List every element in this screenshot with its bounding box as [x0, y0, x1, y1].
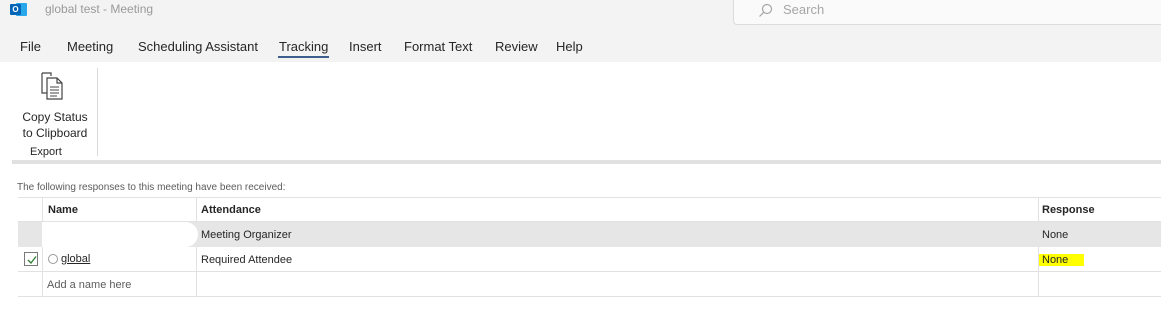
add-name-input[interactable]: Add a name here: [47, 279, 131, 291]
tab-file[interactable]: File: [20, 39, 41, 54]
add-attendee-row: Add a name here: [18, 272, 1161, 297]
copy-document-icon: [41, 72, 63, 100]
title-bar: O global test - Meeting Search: [0, 0, 1161, 34]
table-header: Name Attendance Response: [18, 197, 1161, 222]
search-box[interactable]: Search: [733, 0, 1161, 25]
attendee-name-link[interactable]: global: [61, 253, 90, 265]
presence-status-icon: [48, 254, 58, 264]
organizer-name-cell: [42, 222, 198, 247]
export-group-label: Export: [30, 146, 62, 158]
ribbon-tabs: File Meeting Scheduling Assistant Tracki…: [0, 34, 1161, 62]
attendee-response[interactable]: None: [1039, 254, 1085, 266]
search-icon: [759, 3, 773, 17]
tab-insert[interactable]: Insert: [349, 39, 382, 54]
tab-format-text[interactable]: Format Text: [404, 39, 472, 54]
organizer-response: None: [1042, 229, 1069, 241]
responses-info-text: The following responses to this meeting …: [17, 182, 286, 193]
header-attendance[interactable]: Attendance: [201, 204, 261, 216]
attendee-checkbox[interactable]: [24, 252, 38, 266]
ribbon-separator: [97, 68, 98, 156]
tab-scheduling-assistant[interactable]: Scheduling Assistant: [138, 39, 258, 54]
ribbon-divider: [12, 160, 1161, 164]
table-row: global Required Attendee None: [18, 247, 1161, 272]
tab-meeting[interactable]: Meeting: [67, 39, 113, 54]
tab-tracking[interactable]: Tracking: [279, 39, 328, 54]
window-title: global test - Meeting: [45, 2, 154, 16]
table-row-organizer: Meeting Organizer None: [18, 222, 1161, 247]
tracking-table: Name Attendance Response Meeting Organiz…: [18, 197, 1161, 297]
header-response[interactable]: Response: [1042, 204, 1095, 216]
attendee-attendance[interactable]: Required Attendee: [201, 254, 292, 266]
ribbon-panel: Copy Status to Clipboard Export: [0, 62, 1161, 162]
copy-status-button[interactable]: Copy Status to Clipboard: [16, 67, 94, 140]
tab-help[interactable]: Help: [556, 39, 583, 54]
active-tab-indicator: [278, 56, 329, 58]
tab-review[interactable]: Review: [495, 39, 538, 54]
response-highlight: None: [1039, 254, 1085, 266]
outlook-app-icon: O: [10, 2, 27, 17]
header-name[interactable]: Name: [48, 204, 78, 216]
organizer-attendance: Meeting Organizer: [201, 229, 292, 241]
search-placeholder: Search: [783, 2, 825, 17]
copy-status-label: Copy Status to Clipboard: [22, 110, 88, 140]
checkmark-icon: [27, 256, 37, 264]
